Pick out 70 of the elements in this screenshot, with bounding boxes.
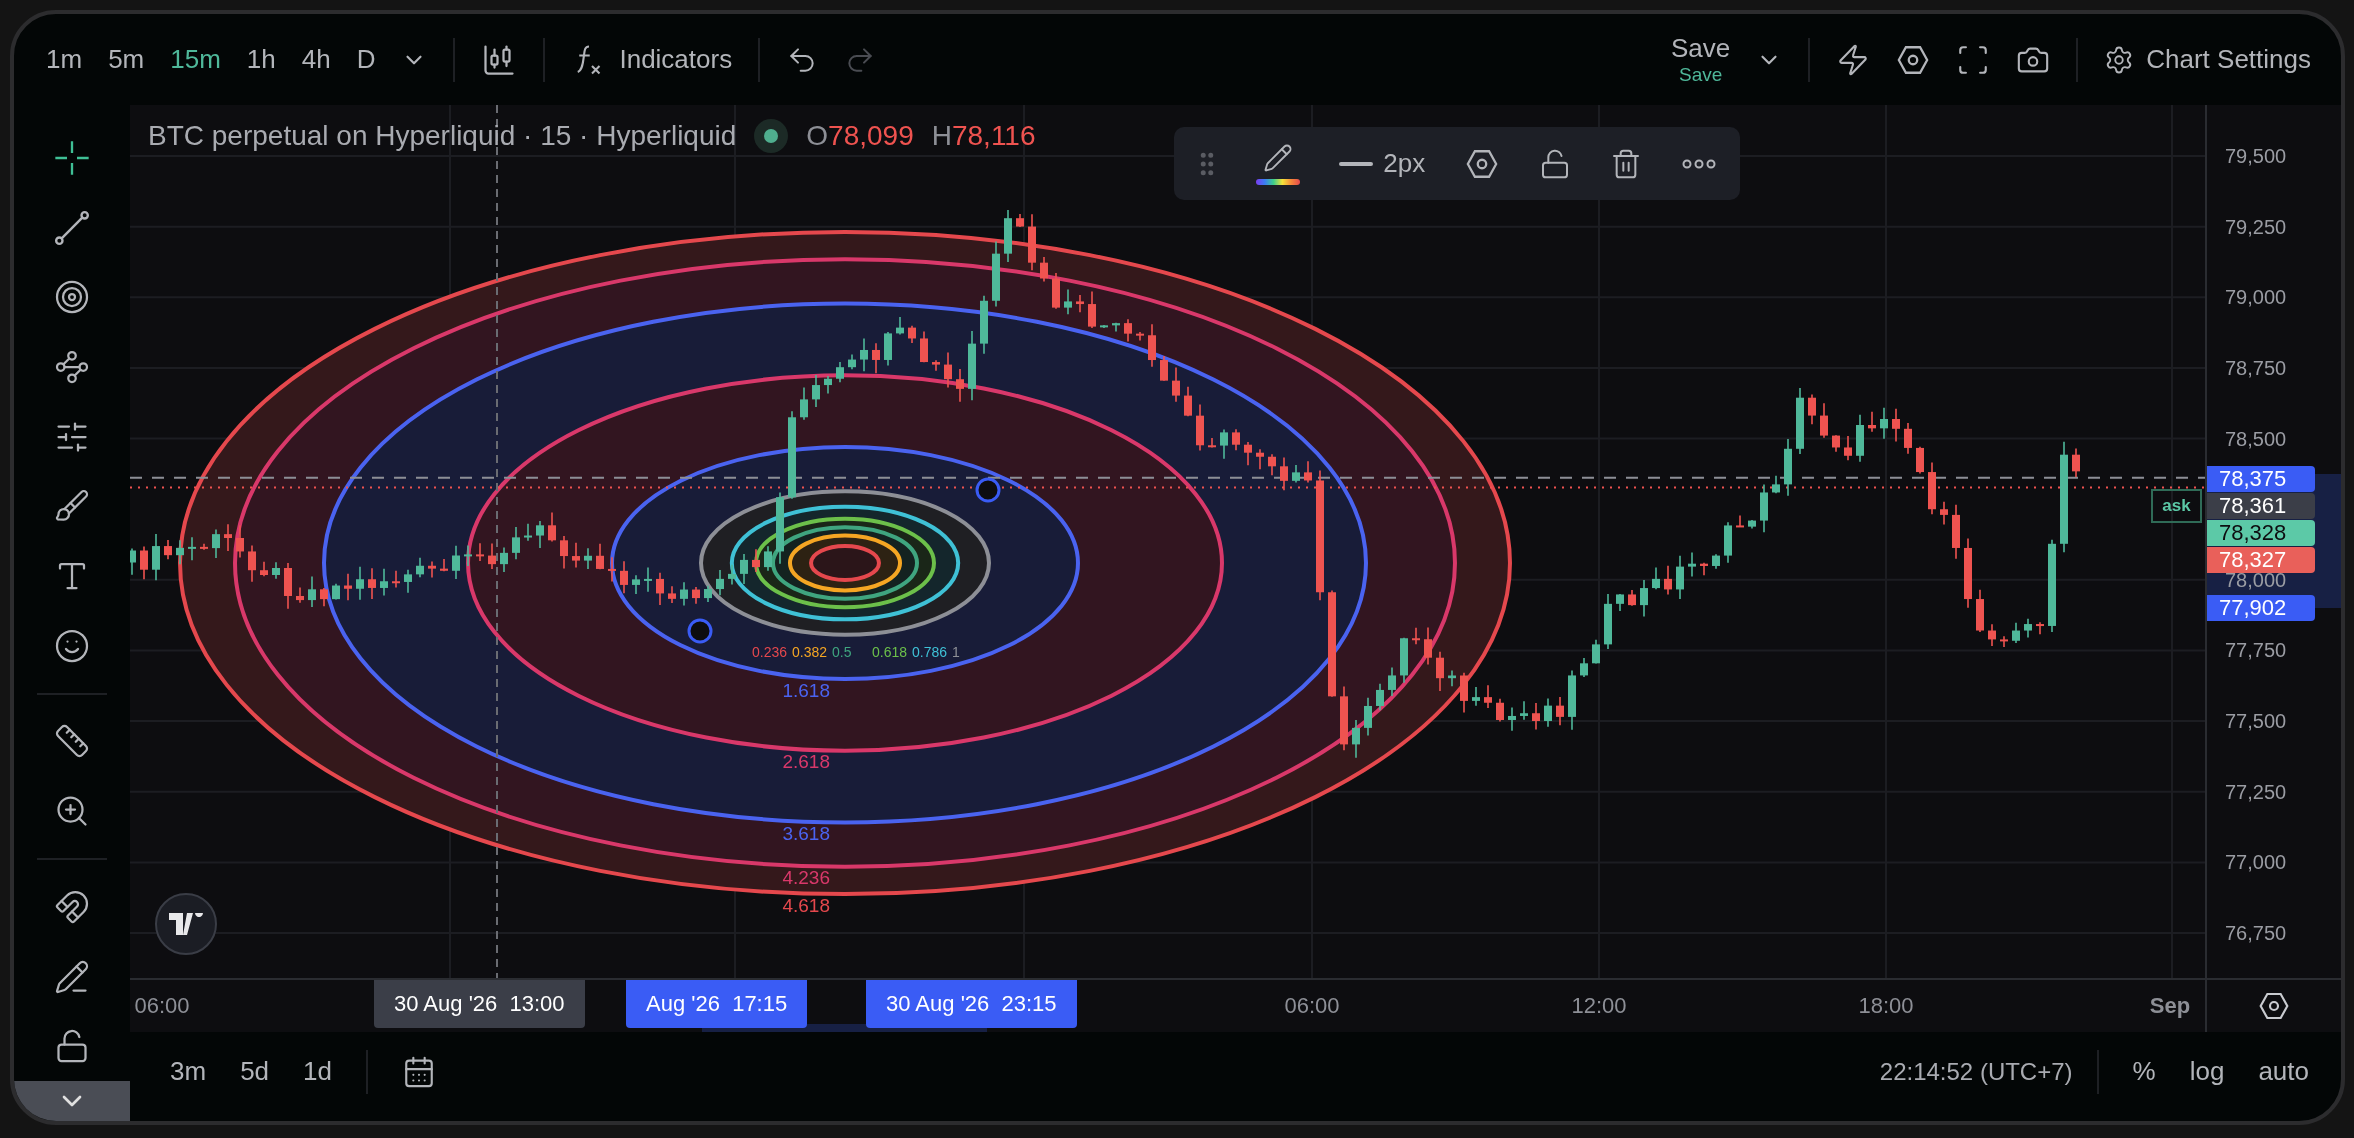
scale-option[interactable]: log [2179,1048,2235,1095]
line-width-button[interactable]: 2px [1333,142,1432,185]
magnet-icon [54,888,90,925]
price-badge: 78,327 [2207,546,2315,573]
level-label: 3.618 [782,823,830,844]
symbol-title: BTC perpetual on Hyperliquid · 15 · Hyperliquid [148,120,737,152]
interval-tab[interactable]: 4h [291,36,341,83]
price-label: 78,750 [2225,356,2287,379]
interval-tab[interactable]: 5m [98,36,155,83]
level-label: 4.618 [782,894,830,916]
time-marker: Aug '26 17:15 [626,980,808,1028]
clock-text: 22:14:52 (UTC+7) [1879,1057,2073,1086]
scale-option[interactable]: auto [2248,1048,2319,1095]
pattern-icon [54,348,90,385]
time-label: 06:00 [1284,993,1340,1019]
price-label: 78,500 [2225,427,2287,450]
ohlc-value: H78,116 [931,120,1036,152]
ruler-icon [54,723,90,760]
status-dot [764,129,779,143]
range-button[interactable]: 5d [230,1048,280,1095]
interval-tab[interactable]: 1m [36,36,93,83]
price-label: 77,500 [2225,710,2287,733]
level-label: 0.618 [872,643,908,660]
pencil-icon [54,958,90,995]
price-label: 79,250 [2225,215,2287,238]
unlock-icon [54,1028,90,1065]
price-label: 79,000 [2225,286,2287,309]
price-label: 77,750 [2225,639,2287,662]
level-label: 0.382 [792,643,828,660]
ask-label: ask [2151,489,2202,523]
time-label: 18:00 [1858,993,1914,1019]
drag-handle[interactable] [975,477,1001,503]
chart-settings-button[interactable]: Chart Settings [2094,36,2321,83]
price-badge: 78,375 [2207,465,2315,492]
trend-line-icon [53,208,91,247]
time-marker: 30 Aug '26 23:15 [866,980,1077,1028]
range-button[interactable]: 3m [160,1048,217,1095]
smiley-icon [54,627,90,664]
level-label: 4.236 [782,867,830,889]
level-label: 2.618 [782,751,830,773]
drag-handle[interactable] [687,618,713,644]
more-icon [1681,158,1716,169]
price-label: 76,750 [2225,922,2287,945]
level-label: 1 [952,643,960,660]
price-label: 77,250 [2225,780,2287,803]
interval-tab[interactable]: D [346,36,386,83]
color-swatch [1255,178,1300,185]
level-label: 0.236 [752,643,788,660]
price-label: 77,000 [2225,851,2287,874]
price-badge: 78,328 [2207,519,2315,546]
time-label: 06:00 [134,993,190,1019]
time-label: 12:00 [1571,993,1627,1019]
level-label: 0.786 [912,643,948,660]
price-label: 79,500 [2225,145,2287,167]
indicators-button[interactable]: Indicators [561,33,743,86]
interval-tab[interactable]: 15m [160,36,231,83]
price-badge: 78,361 [2207,492,2315,519]
pencil-icon [1262,142,1293,173]
time-label: Sep [2149,993,2191,1019]
range-button[interactable]: 1d [293,1048,342,1095]
interval-tab[interactable]: 1h [236,36,286,83]
ohlc-value: O78,099 [806,120,914,152]
scale-option[interactable]: % [2122,1048,2166,1095]
save-button[interactable]: Save Save [1661,29,1741,90]
time-marker: 30 Aug '26 13:00 [374,980,585,1028]
concentric-circles-icon [54,279,90,316]
level-label: 1.618 [782,679,830,701]
price-badge: 77,902 [2207,594,2315,621]
hexagon-icon [2258,990,2290,1022]
level-label: 0.5 [832,643,852,660]
